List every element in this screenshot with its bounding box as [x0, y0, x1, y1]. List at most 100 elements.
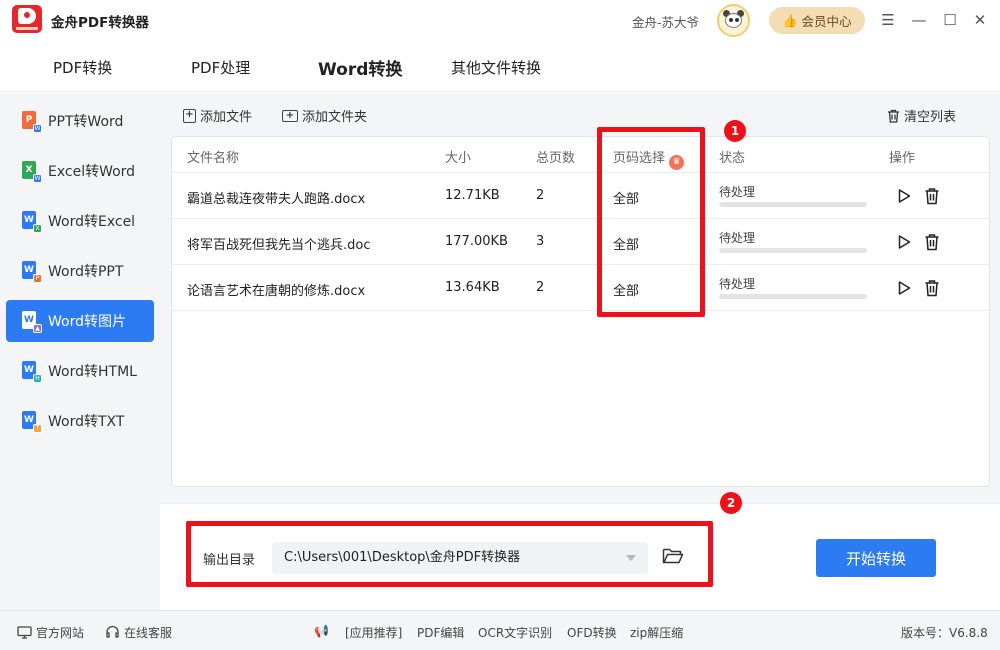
file-size: 13.64KB — [445, 280, 500, 295]
version-label: 版本号：V6.8.8 — [901, 626, 988, 640]
header-pages: 总页数 — [536, 151, 576, 166]
annotation-box-page-select — [597, 127, 705, 317]
trash-icon — [888, 109, 899, 123]
footer-link-zip[interactable]: zip解压缩 — [630, 624, 683, 641]
header-file-name: 文件名称 — [187, 151, 240, 166]
top-tab-bar: PDF转换 PDF处理 Word转换 其他文件转换 — [0, 40, 1000, 92]
sidebar-item-label: Excel转Word — [48, 164, 136, 180]
excel-file-icon: X W — [22, 161, 42, 183]
monitor-icon — [17, 626, 32, 639]
sidebar-item-excel-to-word[interactable]: X W Excel转Word — [6, 150, 154, 192]
ppt-file-icon: P W — [22, 111, 42, 133]
user-name[interactable]: 金舟-苏大爷 — [632, 12, 699, 31]
app-recommend-label: [应用推荐] — [345, 626, 403, 640]
word-file-icon: W T — [22, 411, 42, 433]
file-name: 论语言艺术在唐朝的修炼.docx — [187, 284, 366, 299]
clear-list-label: 清空列表 — [904, 110, 957, 125]
megaphone-icon: 📢 — [314, 624, 329, 638]
annotation-badge: 2 — [720, 492, 742, 514]
add-folder-label: 添加文件夹 — [302, 110, 368, 125]
add-folder-button[interactable]: + 添加文件夹 — [282, 106, 367, 125]
progress-bar — [719, 248, 867, 253]
avatar[interactable] — [717, 4, 750, 37]
sidebar-item-label: Word转图片 — [48, 314, 126, 330]
add-file-label: 添加文件 — [200, 110, 253, 125]
official-website-label: 官方网站 — [36, 626, 85, 640]
progress-bar — [719, 202, 867, 207]
tab-other-convert[interactable]: 其他文件转换 — [451, 57, 541, 78]
sidebar-item-word-to-image[interactable]: W ▲ Word转图片 — [6, 300, 154, 342]
header-status: 状态 — [719, 151, 746, 166]
online-service-label: 在线客服 — [124, 626, 173, 640]
word-file-icon: W P — [22, 261, 42, 283]
play-icon[interactable] — [896, 280, 912, 296]
sidebar-item-word-to-ppt[interactable]: W P Word转PPT — [6, 250, 154, 292]
play-icon[interactable] — [896, 188, 912, 204]
header-action: 操作 — [889, 151, 916, 166]
sidebar-item-label: Word转TXT — [48, 414, 125, 430]
tab-pdf-convert[interactable]: PDF转换 — [53, 57, 112, 78]
sidebar-item-ppt-to-word[interactable]: P W PPT转Word — [6, 100, 154, 142]
online-service-link[interactable]: 在线客服 — [105, 624, 172, 641]
sidebar-item-label: PPT转Word — [48, 114, 124, 130]
play-icon[interactable] — [896, 234, 912, 250]
member-center-label: 会员中心 — [801, 14, 852, 29]
word-file-icon: W H — [22, 361, 42, 383]
file-table: 文件名称 大小 总页数 页码选择 ♛ 状态 操作 霸道总裁连夜带夫人跑路.docx… — [171, 136, 990, 487]
menu-icon[interactable]: ☰ — [877, 9, 899, 31]
table-row[interactable]: 论语言艺术在唐朝的修炼.docx 13.64KB 2 全部 待处理 — [172, 265, 989, 311]
headset-icon — [106, 625, 119, 638]
sidebar-item-label: Word转Excel — [48, 214, 136, 230]
delete-icon[interactable] — [924, 187, 940, 205]
table-row[interactable]: 霸道总裁连夜带夫人跑路.docx 12.71KB 2 全部 待处理 — [172, 173, 989, 219]
footer-link-pdf-edit[interactable]: PDF编辑 — [417, 624, 464, 641]
tab-word-convert[interactable]: Word转换 — [318, 55, 402, 80]
progress-bar — [719, 294, 867, 299]
sidebar-item-label: Word转PPT — [48, 264, 124, 280]
status-text: 待处理 — [719, 185, 756, 199]
tab-pdf-process[interactable]: PDF处理 — [191, 57, 250, 78]
thumbs-up-icon: 👍 — [782, 13, 798, 28]
app-logo-icon — [12, 5, 42, 33]
minimize-icon[interactable]: — — [908, 9, 930, 31]
title-bar: 金舟PDF转换器 金舟-苏大爷 👍 会员中心 ☰ — ☐ ✕ — [0, 0, 1000, 40]
annotation-box-output-dir — [186, 521, 713, 587]
header-size: 大小 — [445, 151, 472, 166]
sidebar-item-word-to-excel[interactable]: W X Word转Excel — [6, 200, 154, 242]
status-text: 待处理 — [719, 277, 756, 291]
sidebar-item-label: Word转HTML — [48, 364, 137, 380]
annotation-badge: 1 — [724, 120, 746, 142]
word-file-icon: W ▲ — [22, 311, 42, 333]
maximize-icon[interactable]: ☐ — [939, 9, 961, 31]
sidebar-item-word-to-txt[interactable]: W T Word转TXT — [6, 400, 154, 442]
sidebar: P W PPT转Word X W Excel转Word W X Word转Exc… — [0, 93, 160, 610]
panda-face-icon — [725, 13, 742, 28]
close-icon[interactable]: ✕ — [969, 9, 991, 31]
word-file-icon: W X — [22, 211, 42, 233]
app-window: 金舟PDF转换器 金舟-苏大爷 👍 会员中心 ☰ — ☐ ✕ PDF转换 PDF… — [0, 0, 1000, 650]
status-text: 待处理 — [719, 231, 756, 245]
file-name: 霸道总裁连夜带夫人跑路.docx — [187, 192, 366, 207]
start-convert-button[interactable]: 开始转换 — [816, 539, 936, 577]
file-name: 将军百战死但我先当个逃兵.doc — [187, 238, 371, 253]
status-footer: 官方网站 在线客服 📢 [应用推荐] PDF编辑 OCR文字识别 OFD转换 z… — [0, 610, 1000, 650]
member-center-button[interactable]: 👍 会员中心 — [769, 7, 865, 34]
file-size: 12.71KB — [445, 188, 500, 203]
add-file-button[interactable]: + 添加文件 — [183, 106, 252, 125]
table-row[interactable]: 将军百战死但我先当个逃兵.doc 177.00KB 3 全部 待处理 — [172, 219, 989, 265]
page-count: 3 — [536, 234, 545, 249]
table-header: 文件名称 大小 总页数 页码选择 ♛ 状态 操作 — [172, 137, 989, 173]
app-title: 金舟PDF转换器 — [51, 15, 149, 31]
delete-icon[interactable] — [924, 279, 940, 297]
official-website-link[interactable]: 官方网站 — [17, 624, 84, 641]
footer-link-ocr[interactable]: OCR文字识别 — [478, 624, 552, 641]
file-size: 177.00KB — [445, 234, 508, 249]
add-folder-icon: + — [282, 109, 298, 122]
page-count: 2 — [536, 188, 545, 203]
add-file-icon: + — [183, 108, 196, 123]
page-count: 2 — [536, 280, 545, 295]
footer-link-ofd[interactable]: OFD转换 — [567, 624, 617, 641]
clear-list-button[interactable]: 清空列表 — [887, 106, 956, 125]
delete-icon[interactable] — [924, 233, 940, 251]
sidebar-item-word-to-html[interactable]: W H Word转HTML — [6, 350, 154, 392]
